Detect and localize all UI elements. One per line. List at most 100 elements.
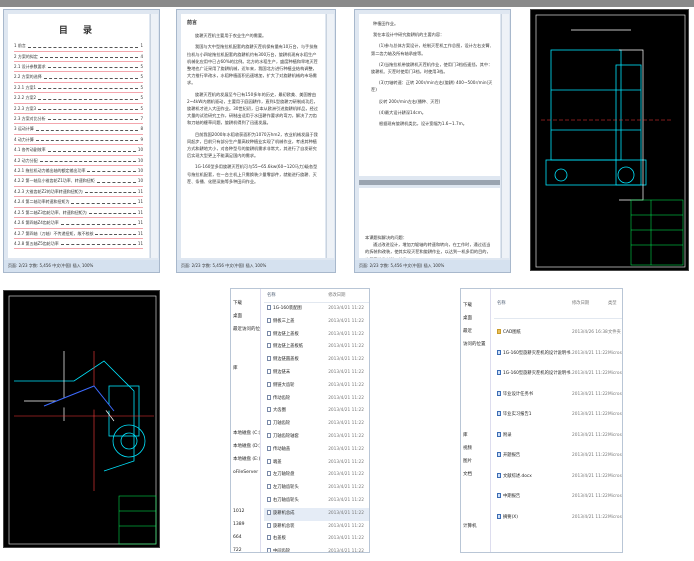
file-row[interactable]: 右刀轴齿轮头2013/4/21 11:22DWI	[264, 495, 369, 508]
toc-entry[interactable]: 2.2.3 方案3 5	[14, 104, 143, 115]
vertical-scrollbar[interactable]	[150, 14, 158, 258]
nav-item[interactable]: 桌面	[231, 310, 260, 323]
nav-item[interactable]: 计算机	[461, 520, 490, 533]
file-row[interactable]: CAD图纸 2013/4/26 16:38 文件夹	[494, 323, 622, 344]
nav-item[interactable]: 图片	[461, 455, 490, 468]
file-row[interactable]: 传动齿轮2013/4/21 11:22DWI	[264, 393, 369, 406]
file-row[interactable]: 毕业设计任务书 2013/4/21 11:22 Micros	[494, 385, 622, 406]
file-name-text: 1G-160装配图	[273, 306, 302, 311]
toc-leader	[27, 41, 139, 48]
toc-entry[interactable]: 2.3 方案对比分析 7	[14, 114, 143, 125]
toc-entry[interactable]: 4.2.2 第一轴及小锥齿轮Z1功率、转速和扭矩 10	[14, 176, 143, 187]
nav-item[interactable]: 本地磁盘 (D:)	[231, 440, 260, 453]
toc-entry[interactable]: 3 运动计算 8	[14, 124, 143, 135]
toc-leader	[39, 52, 139, 59]
file-row[interactable]: 刀轴齿轮2013/4/21 11:22DWI	[264, 418, 369, 431]
nav-item[interactable]: 访问的位置	[461, 338, 490, 351]
file-row[interactable]: 旋耕机总成2013/4/21 11:22DWI	[264, 507, 369, 521]
toc-entry[interactable]: 4 动力计算 9	[14, 135, 143, 146]
file-row[interactable]: 侧板三上盖2013/4/21 11:22DWI	[264, 316, 369, 329]
file-name: 右盖板	[264, 533, 328, 546]
paragraph: 目前我国2000年水稻收获面积为1070万hm2，农业机械发展于我同起步，目前只…	[187, 131, 318, 159]
column-type[interactable]: 类型	[608, 289, 622, 318]
content-line: (2)当拖拉机带旋耕机灭茬机作业，使用门3档低速挡，其中：旋耕机、灭茬时使用门3…	[371, 61, 493, 75]
toc-entry[interactable]: 2.1 设计参数要求 5	[14, 62, 143, 73]
file-row[interactable]: 中期报告 2013/4/21 11:22 Micros	[494, 487, 622, 508]
toc-entry-title: 4.2.7 第四轴（刀轴）不传递扭矩，故不校核	[14, 230, 94, 236]
nav-item[interactable]: oFileServer	[231, 466, 260, 479]
file-row[interactable]: 中间齿轮2013/4/21 11:22DWI	[264, 546, 369, 552]
file-row[interactable]: 附录 2013/4/21 11:22 Micros	[494, 426, 622, 447]
toc-entry[interactable]: 2.2.1 方案1 5	[14, 83, 143, 94]
file-row[interactable]: 旋耕机总装2013/4/21 11:22DWI	[264, 521, 369, 534]
file-name: 传动轴盖	[264, 444, 328, 457]
toc-entry[interactable]: 4.2.3 大锥齿轮Z2的功率转速和扭矩为 11	[14, 187, 143, 198]
file-row[interactable]: 端盖2013/4/21 11:22DWI	[264, 457, 369, 470]
column-date[interactable]: 修改日期	[572, 289, 608, 318]
nav-item[interactable]: 文档	[461, 468, 490, 481]
nav-item	[461, 390, 490, 403]
file-row[interactable]: 侧边链上盖板2013/4/21 11:22DWI	[264, 329, 369, 342]
file-row[interactable]: 右盖板2013/4/21 11:22DWI	[264, 533, 369, 546]
toc-entry[interactable]: 4.2.7 第四轴（刀轴）不传递扭矩，故不校核 11	[14, 229, 143, 239]
file-row[interactable]: 大齿圈2013/4/21 11:22DWI	[264, 405, 369, 418]
nav-item[interactable]: 视频	[461, 442, 490, 455]
file-row[interactable]: 左刀轴齿轮头2013/4/21 11:22DWI	[264, 482, 369, 495]
column-name[interactable]: 名称	[264, 289, 328, 302]
toc-entry[interactable]: 2.2.2 方案2 5	[14, 93, 143, 104]
file-row[interactable]: 1G-160型旋耕灭茬机的设计说明书... 2013/4/21 11:22 Micr…	[494, 364, 622, 385]
file-row[interactable]: 侧边链末2013/4/21 11:22DWI	[264, 367, 369, 380]
toc-entry[interactable]: 4.2.8 第五轴Z5齿轮功率 11	[14, 239, 143, 250]
dwg-file-icon	[267, 330, 271, 336]
file-row[interactable]: 摘要(X) 2013/4/21 11:22 Micros	[494, 508, 622, 529]
nav-item[interactable]: 722	[231, 544, 260, 552]
file-name-text: 右盖板	[273, 536, 286, 542]
toc-entry[interactable]: 1 前言 1	[14, 41, 143, 52]
file-row[interactable]: 传动轴盖2013/4/21 11:22DWI	[264, 444, 369, 457]
toc-entry[interactable]: 4.2.6 第四轴Z4齿轮功率 11	[14, 218, 143, 229]
nav-item[interactable]: 最近访问的位置	[231, 323, 260, 336]
nav-item[interactable]: 库	[461, 429, 490, 442]
toc-entry[interactable]: 4.2.4 第二轴功率转速和扭矩为 11	[14, 197, 143, 208]
nav-item[interactable]: 664	[231, 531, 260, 544]
content-line: 种植田作业。	[373, 21, 399, 26]
word-document-icon	[497, 472, 501, 478]
file-row[interactable]: 毕业实习报告1 2013/4/21 11:22 Micros	[494, 405, 622, 426]
toc-entry[interactable]: 2.2 方案的选择 5	[14, 72, 143, 83]
nav-item[interactable]: 下载	[231, 297, 260, 310]
toc-entry[interactable]: 4.1 各传动副效率 10	[14, 145, 143, 156]
file-date: 2013/4/21 11:22	[572, 514, 608, 520]
toc-entry[interactable]: 4.2 动力分配 10	[14, 156, 143, 167]
nav-item[interactable]: 桌面	[461, 312, 490, 325]
file-row[interactable]: 开题报告 2013/4/21 11:22 Micros	[494, 446, 622, 467]
file-row[interactable]: 1G-160型旋耕灭茬机的设计说明书... 2013/4/21 11:22 Micr…	[494, 344, 622, 365]
paragraph: 1G-160型多用旋耕灭茬机可与55~65.6kw(60~120马力)级各型号拖…	[187, 164, 318, 184]
file-row[interactable]: 侧边链上盖板纸2013/4/21 11:22DWI	[264, 341, 369, 354]
nav-item[interactable]: 最近	[461, 325, 490, 338]
dwg-file-icon	[267, 381, 271, 387]
toc-entry[interactable]: 2 方案的拟定 4	[14, 52, 143, 63]
nav-item[interactable]: 下载	[461, 299, 490, 312]
nav-item[interactable]: 本地磁盘 (C:)	[231, 427, 260, 440]
file-name-text: 文献综述.docx	[503, 473, 532, 479]
nav-item[interactable]: 库	[231, 362, 260, 375]
nav-item[interactable]: 1012	[231, 505, 260, 518]
nav-item	[461, 481, 490, 494]
file-date: 2013/4/26 16:38	[572, 330, 608, 335]
column-date[interactable]: 修改日期	[328, 289, 369, 302]
file-row[interactable]: 侧链大齿轮2013/4/21 11:22DWI	[264, 380, 369, 393]
nav-item[interactable]: 本地磁盘 (E:)	[231, 453, 260, 466]
file-row[interactable]: 左刀轴轮盘2013/4/21 11:22DWI	[264, 469, 369, 482]
toc-entry[interactable]: 4.2.5 第二轴Z3齿轮功率、转速和扭矩为 11	[14, 208, 143, 219]
file-type: Micros	[608, 453, 622, 458]
file-row[interactable]: 刀轴齿轮轴套2013/4/21 11:22DWI	[264, 431, 369, 444]
vertical-scrollbar[interactable]	[326, 14, 334, 258]
file-row[interactable]: 文献综述.docx 2013/4/21 11:22 Micros	[494, 467, 622, 488]
nav-item[interactable]: 1389	[231, 518, 260, 531]
file-row[interactable]: 1G-160装配图2013/4/21 11:22DWI	[264, 303, 369, 316]
column-name[interactable]: 名称	[494, 289, 572, 318]
toc-entry-title: 2.2.3 方案3	[14, 105, 36, 111]
file-row[interactable]: 侧边链圆盖板2013/4/21 11:22DWI	[264, 354, 369, 367]
vertical-scrollbar[interactable]	[501, 14, 509, 258]
toc-entry[interactable]: 4.2.1 拖拉机动力输出轴的额定输出功率 10	[14, 166, 143, 177]
